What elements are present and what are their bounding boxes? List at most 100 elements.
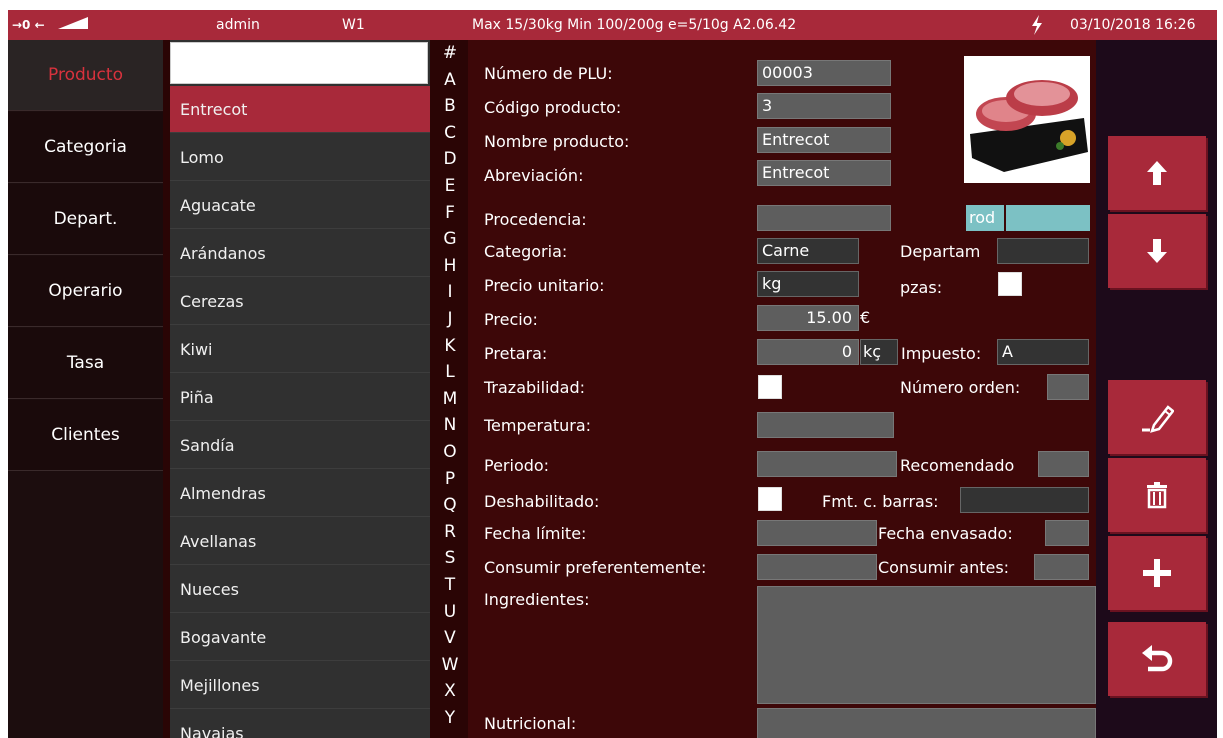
nav-item-clientes[interactable]: Clientes xyxy=(8,400,163,471)
ingredients-textarea[interactable] xyxy=(757,586,1096,704)
limit-date-label: Fecha límite: xyxy=(484,524,587,543)
back-button[interactable] xyxy=(1108,622,1206,696)
period-field[interactable] xyxy=(757,451,897,477)
nav-item-producto[interactable]: Producto xyxy=(8,40,163,111)
alphabet-letter[interactable]: G xyxy=(435,228,465,251)
traceability-checkbox[interactable] xyxy=(758,375,782,399)
name-label: Nombre producto: xyxy=(484,132,630,151)
alphabet-letter[interactable]: T xyxy=(435,574,465,597)
abbreviation-field[interactable]: Entrecot xyxy=(757,160,891,186)
alphabet-letter[interactable]: E xyxy=(435,175,465,198)
nav-item-operario[interactable]: Operario xyxy=(8,256,163,327)
alphabet-letter[interactable]: # xyxy=(435,42,465,65)
traceability-label: Trazabilidad: xyxy=(484,378,586,397)
alphabet-letter[interactable]: D xyxy=(435,148,465,171)
alphabet-letter[interactable]: P xyxy=(435,468,465,491)
add-button[interactable] xyxy=(1108,536,1206,610)
product-search-input[interactable] xyxy=(170,42,428,84)
alphabet-letter[interactable]: N xyxy=(435,414,465,437)
alphabet-letter[interactable]: O xyxy=(435,441,465,464)
plu-field[interactable]: 00003 xyxy=(757,60,891,86)
alphabet-letter[interactable]: R xyxy=(435,521,465,544)
tare-field[interactable]: 0 xyxy=(757,339,859,365)
status-user: admin xyxy=(216,17,260,33)
disabled-checkbox[interactable] xyxy=(758,487,782,511)
list-item[interactable]: Arándanos xyxy=(170,230,430,277)
edit-button[interactable] xyxy=(1108,380,1206,454)
nutritional-textarea[interactable] xyxy=(757,708,1096,738)
temperature-field[interactable] xyxy=(757,412,894,438)
code-label: Código producto: xyxy=(484,98,622,117)
list-item[interactable]: Kiwi xyxy=(170,326,430,373)
price-field[interactable]: 15.00 xyxy=(757,305,859,331)
ingredients-label: Ingredientes: xyxy=(484,590,590,609)
alphabet-letter[interactable]: C xyxy=(435,122,465,145)
list-item[interactable]: Bogavante xyxy=(170,614,430,661)
origin-field[interactable] xyxy=(757,205,891,231)
list-item[interactable]: Aguacate xyxy=(170,182,430,229)
list-item[interactable]: Almendras xyxy=(170,470,430,517)
alphabet-letter[interactable]: M xyxy=(435,388,465,411)
product-image[interactable] xyxy=(964,56,1090,183)
pack-date-field[interactable] xyxy=(1045,520,1089,546)
use-by-field[interactable] xyxy=(1034,554,1089,580)
image-path-field[interactable] xyxy=(1006,205,1090,231)
alphabet-letter[interactable]: H xyxy=(435,255,465,278)
action-column xyxy=(1096,40,1217,738)
alphabet-letter[interactable]: V xyxy=(435,627,465,650)
alphabet-letter[interactable]: Y xyxy=(435,707,465,730)
recommended-field[interactable] xyxy=(1038,451,1089,477)
alphabet-letter[interactable]: K xyxy=(435,335,465,358)
category-select[interactable]: Carne xyxy=(757,238,859,264)
order-number-field[interactable] xyxy=(1047,374,1089,400)
alphabet-letter[interactable]: A xyxy=(435,69,465,92)
alphabet-letter[interactable]: X xyxy=(435,680,465,703)
barcode-format-select[interactable] xyxy=(960,487,1089,513)
best-before-label: Consumir preferentemente: xyxy=(484,558,707,577)
alphabet-letter[interactable]: J xyxy=(435,308,465,331)
arrow-down-icon xyxy=(1147,239,1167,263)
nav-item-tasa[interactable]: Tasa xyxy=(8,328,163,399)
alphabet-letter[interactable]: I xyxy=(435,281,465,304)
list-item[interactable]: Entrecot xyxy=(170,86,430,133)
code-field[interactable]: 3 xyxy=(757,93,891,119)
name-field[interactable]: Entrecot xyxy=(757,127,891,153)
lightning-icon xyxy=(1030,15,1044,39)
alphabet-letter[interactable]: B xyxy=(435,95,465,118)
department-select[interactable] xyxy=(997,238,1089,264)
pieces-checkbox[interactable] xyxy=(998,272,1022,296)
scroll-down-button[interactable] xyxy=(1108,214,1206,288)
alphabet-letter[interactable]: L xyxy=(435,361,465,384)
list-item[interactable]: Sandía xyxy=(170,422,430,469)
list-item[interactable]: Nueces xyxy=(170,566,430,613)
barcode-format-label: Fmt. c. barras: xyxy=(822,492,939,511)
scale-app-window: →0 ← admin W1 Max 15/30kg Min 100/200g e… xyxy=(8,10,1217,738)
delete-button[interactable] xyxy=(1108,458,1206,532)
scale-level-icon xyxy=(58,17,88,35)
nav-item-depart[interactable]: Depart. xyxy=(8,184,163,255)
list-item[interactable]: Avellanas xyxy=(170,518,430,565)
department-label: Departam xyxy=(900,242,981,261)
tax-select[interactable]: A xyxy=(997,339,1089,365)
use-by-label: Consumir antes: xyxy=(878,558,1010,577)
list-item[interactable]: Lomo xyxy=(170,134,430,181)
list-item[interactable]: Navajas xyxy=(170,710,430,738)
alphabet-letter[interactable]: F xyxy=(435,202,465,225)
alphabet-index: # A B C D E F G H I J K L M N O P Q R S T U V W X Y xyxy=(435,40,465,738)
alphabet-letter[interactable]: Q xyxy=(435,494,465,517)
period-label: Periodo: xyxy=(484,456,550,475)
list-item[interactable]: Mejillones xyxy=(170,662,430,709)
alphabet-letter[interactable]: W xyxy=(435,654,465,677)
scroll-up-button[interactable] xyxy=(1108,136,1206,210)
image-select-field[interactable]: rod xyxy=(966,205,1004,231)
category-label: Categoria: xyxy=(484,242,568,261)
list-item[interactable]: Piña xyxy=(170,374,430,421)
list-item[interactable]: Cerezas xyxy=(170,278,430,325)
limit-date-field[interactable] xyxy=(757,520,877,546)
nav-item-categoria[interactable]: Categoria xyxy=(8,112,163,183)
alphabet-letter[interactable]: S xyxy=(435,547,465,570)
alphabet-letter[interactable]: U xyxy=(435,601,465,624)
tare-unit-select[interactable]: kç xyxy=(860,339,898,365)
unit-price-select[interactable]: kg xyxy=(757,271,859,297)
best-before-field[interactable] xyxy=(757,554,877,580)
